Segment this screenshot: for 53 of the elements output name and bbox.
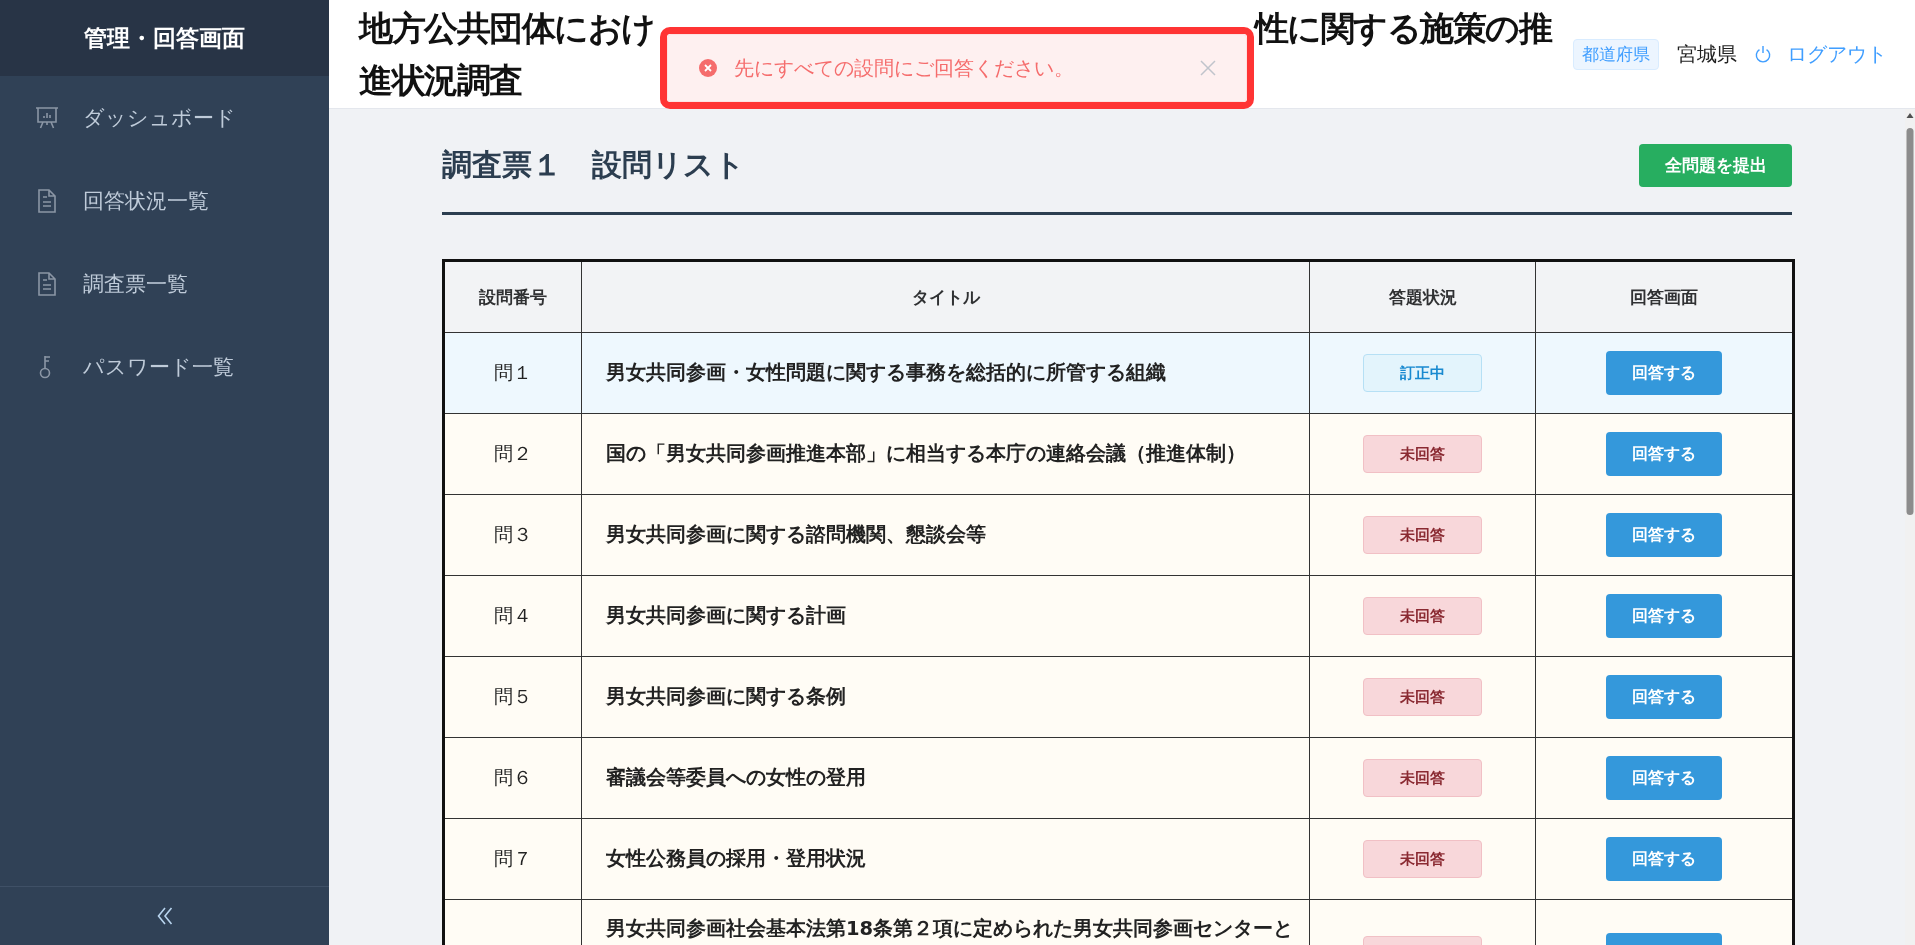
page-title: 進状況調査 — [359, 59, 522, 102]
status-tag: 訂正中 — [1363, 354, 1482, 392]
status-tag: 未回答 — [1363, 759, 1482, 797]
question-number: 問３ — [443, 494, 582, 576]
question-title: 男女共同参画に関する計画 — [581, 575, 1310, 657]
question-number: 問２ — [443, 413, 582, 495]
question-title: 男女共同参画・女性問題に関する事務を総括的に所管する組織 — [581, 332, 1310, 414]
answer-button[interactable]: 回答する — [1606, 351, 1722, 395]
collapse-icon[interactable] — [156, 907, 173, 925]
answer-button[interactable]: 回答する — [1606, 513, 1722, 557]
question-title: 女性公務員の採用・登用状況 — [581, 818, 1310, 900]
logout-link[interactable]: ログアウト — [1755, 40, 1887, 68]
power-icon — [1755, 45, 1771, 63]
error-icon — [699, 59, 717, 77]
toast-message: 先にすべての設問にご回答ください。 — [734, 54, 1075, 82]
status-tag: 未回答 — [1363, 678, 1482, 716]
question-number: 問７ — [443, 818, 582, 900]
question-title: 男女共同参画に関する諮問機関、懇談会等 — [581, 494, 1310, 576]
answer-button[interactable]: 回答する — [1606, 432, 1722, 476]
answer-button[interactable]: 回答する — [1606, 675, 1722, 719]
sidebar-item[interactable]: ダッシュボード — [0, 76, 329, 159]
answer-button[interactable]: 回答する — [1606, 756, 1722, 800]
answer-button[interactable]: 回答する — [1606, 594, 1722, 638]
sidebar-item[interactable]: 調査票一覧 — [0, 242, 329, 325]
question-title: 国の「男女共同参画推進本部」に相当する本庁の連絡会議（推進体制） — [581, 413, 1310, 495]
submit-all-button[interactable]: 全問題を提出 — [1639, 143, 1792, 187]
sidebar-item[interactable]: 回答状況一覧 — [0, 159, 329, 242]
page-title: 性に関する施策の推 — [1254, 7, 1551, 50]
page-title: 地方公共団体におけ — [359, 7, 655, 50]
column-header: 回答画面 — [1535, 260, 1794, 333]
column-header: 設問番号 — [443, 260, 582, 333]
close-icon[interactable] — [1200, 60, 1216, 76]
question-number: 問１ — [443, 332, 582, 414]
column-header: タイトル — [581, 260, 1310, 333]
column-header: 答題状況 — [1309, 260, 1536, 333]
status-tag: 未回答 — [1363, 840, 1482, 878]
status-tag: 未回答 — [1363, 516, 1482, 554]
question-title: 男女共同参画に関する条例 — [581, 656, 1310, 738]
answer-button[interactable]: 回答する — [1606, 837, 1722, 881]
sidebar-item[interactable]: パスワード一覧 — [0, 325, 329, 408]
presentation-board-icon — [35, 105, 59, 130]
sidebar-title: 管理・回答画面 — [84, 23, 245, 53]
section-heading: 調査票１ 設問リスト — [442, 145, 745, 184]
user-name: 宮城県 — [1677, 40, 1737, 68]
user-type-tag: 都道府県 — [1573, 38, 1659, 70]
question-title: 審議会等委員への女性の登用 — [581, 737, 1310, 819]
status-tag: 未回答 — [1363, 435, 1482, 473]
question-number: 問５ — [443, 656, 582, 738]
document-icon — [35, 271, 59, 296]
document-icon — [35, 188, 59, 213]
status-tag: 未回答 — [1363, 597, 1482, 635]
question-number: 問６ — [443, 737, 582, 819]
question-number: 問４ — [443, 575, 582, 657]
